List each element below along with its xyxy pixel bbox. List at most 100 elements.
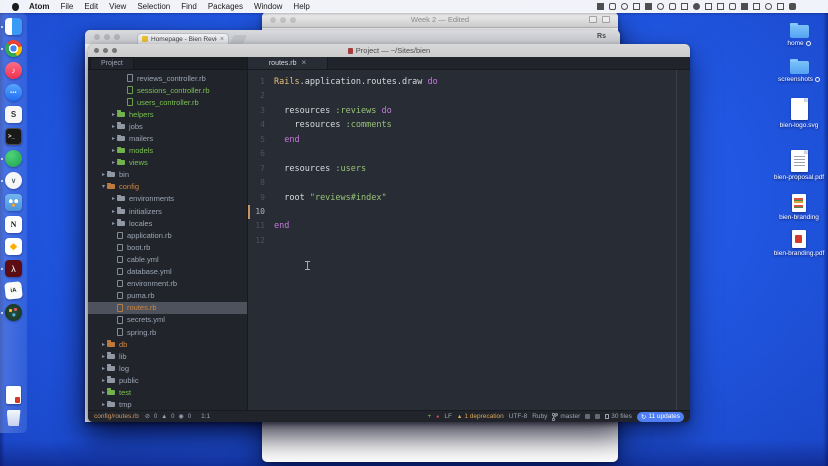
airplay-icon[interactable] [681,3,688,10]
display-icon[interactable] [597,3,604,10]
updates-badge[interactable]: ↻ 11 updates [637,412,684,422]
disclosure-expanded-icon[interactable]: ▾ [100,183,107,190]
dock-media-app[interactable] [0,304,27,321]
spotlight-icon[interactable] [777,3,784,10]
dock-finder[interactable] [0,18,27,35]
disclosure-collapsed-icon[interactable]: ▸ [100,389,107,396]
dock-airmail[interactable]: ∨ [0,172,27,189]
tree-item-users_controller.rb[interactable]: users_controller.rb [88,96,247,108]
new-tab-button[interactable] [230,35,247,44]
code-line-1[interactable]: 1Rails.application.routes.draw do [248,75,690,89]
statusbar-file-path[interactable]: config/routes.rb [94,413,139,420]
dock-acrobat[interactable]: λ [0,260,27,277]
disclosure-collapsed-icon[interactable]: ▸ [100,365,107,372]
password-manager-icon[interactable] [765,3,772,10]
line-ending-indicator[interactable]: LF [444,413,452,420]
files-count[interactable]: 30 files [605,413,632,420]
battery-icon[interactable] [657,3,664,10]
editor-tab-routes[interactable]: routes.rb × [248,57,328,69]
tree-item-cable.yml[interactable]: cable.yml [88,253,247,265]
dock-ia-writer[interactable]: iA [0,282,27,299]
desktop-icon-bien-branding[interactable]: bien-branding [772,194,826,222]
tab-close-icon[interactable]: × [301,59,306,67]
code-line-10[interactable]: 10 [248,205,690,219]
apple-menu-icon[interactable] [12,3,19,11]
dock-documents-stack[interactable] [0,386,27,404]
display-mirror-icon[interactable] [753,3,760,10]
time-machine-icon[interactable] [609,3,616,10]
project-tab[interactable]: Project [90,57,134,69]
desktop-icon-bien-logo.svg[interactable]: bien-logo.svg [772,98,826,130]
dock-terminal[interactable]: >_ [0,128,27,145]
code-line-4[interactable]: 4 resources :comments [248,118,690,132]
disclosure-collapsed-icon[interactable]: ▸ [110,123,117,130]
dock-chrome[interactable] [0,40,27,57]
tree-item-puma.rb[interactable]: puma.rb [88,290,247,302]
browser-tab[interactable]: Homepage - Bien Reviews - × [137,33,229,44]
tree-item-public[interactable]: ▸public [88,374,247,386]
disclosure-collapsed-icon[interactable]: ▸ [100,341,107,348]
disclosure-collapsed-icon[interactable]: ▸ [110,135,117,142]
code-line-12[interactable]: 12 [248,234,690,248]
tree-item-test[interactable]: ▸test [88,386,247,398]
tree-item-routes.rb[interactable]: routes.rb [88,302,247,314]
atom-titlebar[interactable]: Project — ~/Sites/bien [88,44,690,57]
tree-item-secrets.yml[interactable]: secrets.yml [88,314,247,326]
dock-notion[interactable]: N [0,216,27,233]
tree-item-reviews_controller.rb[interactable]: reviews_controller.rb [88,72,247,84]
tree-item-bin[interactable]: ▸bin [88,169,247,181]
code-line-11[interactable]: 11end [248,219,690,233]
disclosure-collapsed-icon[interactable]: ▸ [100,171,107,178]
tree-item-db[interactable]: ▸db [88,338,247,350]
disclosure-collapsed-icon[interactable]: ▸ [100,353,107,360]
menu-file[interactable]: File [60,2,73,11]
notes-titlebar[interactable]: Week 2 — Edited [262,12,618,28]
code-line-9[interactable]: 9 root "reviews#index" [248,191,690,205]
bluetooth-icon[interactable] [669,3,676,10]
dropbox-icon[interactable] [717,3,724,10]
eject-icon[interactable] [693,3,700,10]
window-manager-icon[interactable] [633,3,640,10]
dock-slack[interactable]: S [0,106,27,123]
code-line-8[interactable]: 8 [248,176,690,190]
dock-messages[interactable]: ••• [0,84,27,101]
tree-item-tmp[interactable]: ▸tmp [88,399,247,410]
menu-window[interactable]: Window [254,2,282,11]
tree-item-mailers[interactable]: ▸mailers [88,132,247,144]
volume-icon[interactable] [741,3,748,10]
zoom-button[interactable] [114,34,120,40]
package-icon-1[interactable] [585,414,590,419]
disclosure-collapsed-icon[interactable]: ▸ [100,401,107,408]
browser-tabstrip[interactable]: Homepage - Bien Reviews - × Rs [85,30,620,44]
code-area[interactable]: 1Rails.application.routes.draw do23 reso… [248,70,690,410]
menu-atom[interactable]: Atom [29,2,49,11]
tree-item-environment.rb[interactable]: environment.rb [88,278,247,290]
code-line-2[interactable]: 2 [248,89,690,103]
grammar-indicator[interactable]: Ruby [532,413,547,420]
dock-sketch[interactable]: ◆ [0,238,27,255]
sync-icon[interactable] [645,3,652,10]
tree-item-database.yml[interactable]: database.yml [88,266,247,278]
tree-item-initializers[interactable]: ▸initializers [88,205,247,217]
statusbar-problems[interactable]: ⊘0▲0◉0 [145,413,191,420]
code-line-6[interactable]: 6 [248,147,690,161]
desktop-icon-screenshots[interactable]: screenshots [772,58,826,84]
tree-item-boot.rb[interactable]: boot.rb [88,241,247,253]
dock-trash[interactable] [0,410,27,426]
shield-icon[interactable] [621,3,628,10]
keyboard-icon[interactable] [705,3,712,10]
desktop-icon-bien-proposal.pdf[interactable]: bien-proposal.pdf [772,150,826,182]
package-icon-2[interactable] [595,414,600,419]
share-icon[interactable] [589,16,597,23]
more-icon[interactable] [602,16,610,23]
wifi-icon[interactable] [729,3,736,10]
minimize-button[interactable] [104,34,110,40]
notification-center-icon[interactable] [789,3,796,10]
disclosure-collapsed-icon[interactable]: ▸ [110,208,117,215]
code-line-5[interactable]: 5 end [248,133,690,147]
menu-help[interactable]: Help [293,2,309,11]
close-button[interactable] [94,34,100,40]
git-branch-indicator[interactable]: master [552,413,580,421]
disclosure-collapsed-icon[interactable]: ▸ [110,220,117,227]
desktop-icon-bien-branding.pdf[interactable]: bien-branding.pdf [772,230,826,258]
